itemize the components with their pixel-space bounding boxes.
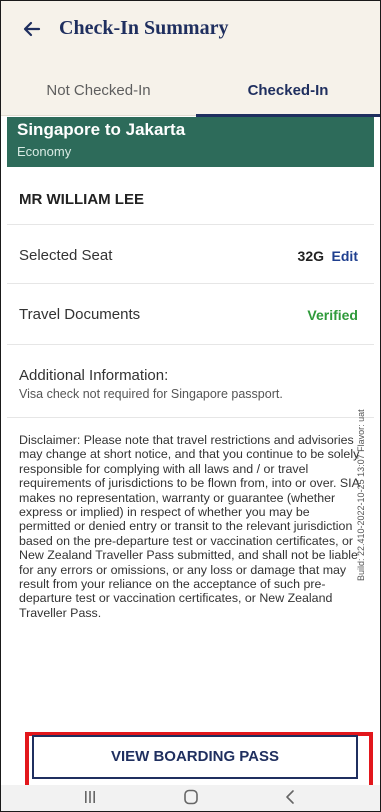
- flight-route: Singapore to Jakarta: [17, 120, 186, 139]
- passenger-name: MR WILLIAM LEE: [19, 191, 144, 208]
- system-nav-bar: [1, 785, 380, 811]
- documents-status: Verified: [307, 307, 358, 323]
- divider: [7, 224, 374, 225]
- tab-not-checked-in[interactable]: Not Checked-In: [1, 69, 196, 113]
- app-frame: Check-In Summary Not Checked-In Checked-…: [0, 0, 381, 812]
- selected-seat-label: Selected Seat: [19, 247, 113, 264]
- divider: [7, 417, 374, 418]
- flight-banner: Singapore to Jakarta Economy: [7, 117, 374, 167]
- back-icon[interactable]: [282, 788, 300, 806]
- cabin-class: Economy: [17, 144, 72, 159]
- back-arrow-icon[interactable]: [19, 15, 47, 43]
- additional-info-text: Visa check not required for Singapore pa…: [19, 387, 283, 401]
- page-title: Check-In Summary: [59, 17, 229, 39]
- additional-info-title: Additional Information:: [19, 367, 169, 384]
- tab-checked-in[interactable]: Checked-In: [196, 69, 380, 113]
- build-info: Build: 22.410-2022-10-25 13:07 Flavor: u…: [356, 409, 366, 581]
- seat-number: 32G: [297, 248, 324, 264]
- disclaimer-text: Disclaimer: Please note that travel rest…: [19, 433, 360, 620]
- travel-documents-label: Travel Documents: [19, 306, 141, 323]
- edit-seat-link[interactable]: Edit: [332, 248, 358, 264]
- divider: [7, 344, 374, 345]
- home-icon[interactable]: [182, 788, 200, 806]
- recent-apps-icon[interactable]: [81, 788, 99, 806]
- app-header: Check-In Summary: [1, 1, 380, 69]
- divider: [7, 283, 374, 284]
- view-boarding-pass-button[interactable]: VIEW BOARDING PASS: [32, 735, 358, 779]
- checkin-tabs: Not Checked-In Checked-In: [1, 69, 380, 117]
